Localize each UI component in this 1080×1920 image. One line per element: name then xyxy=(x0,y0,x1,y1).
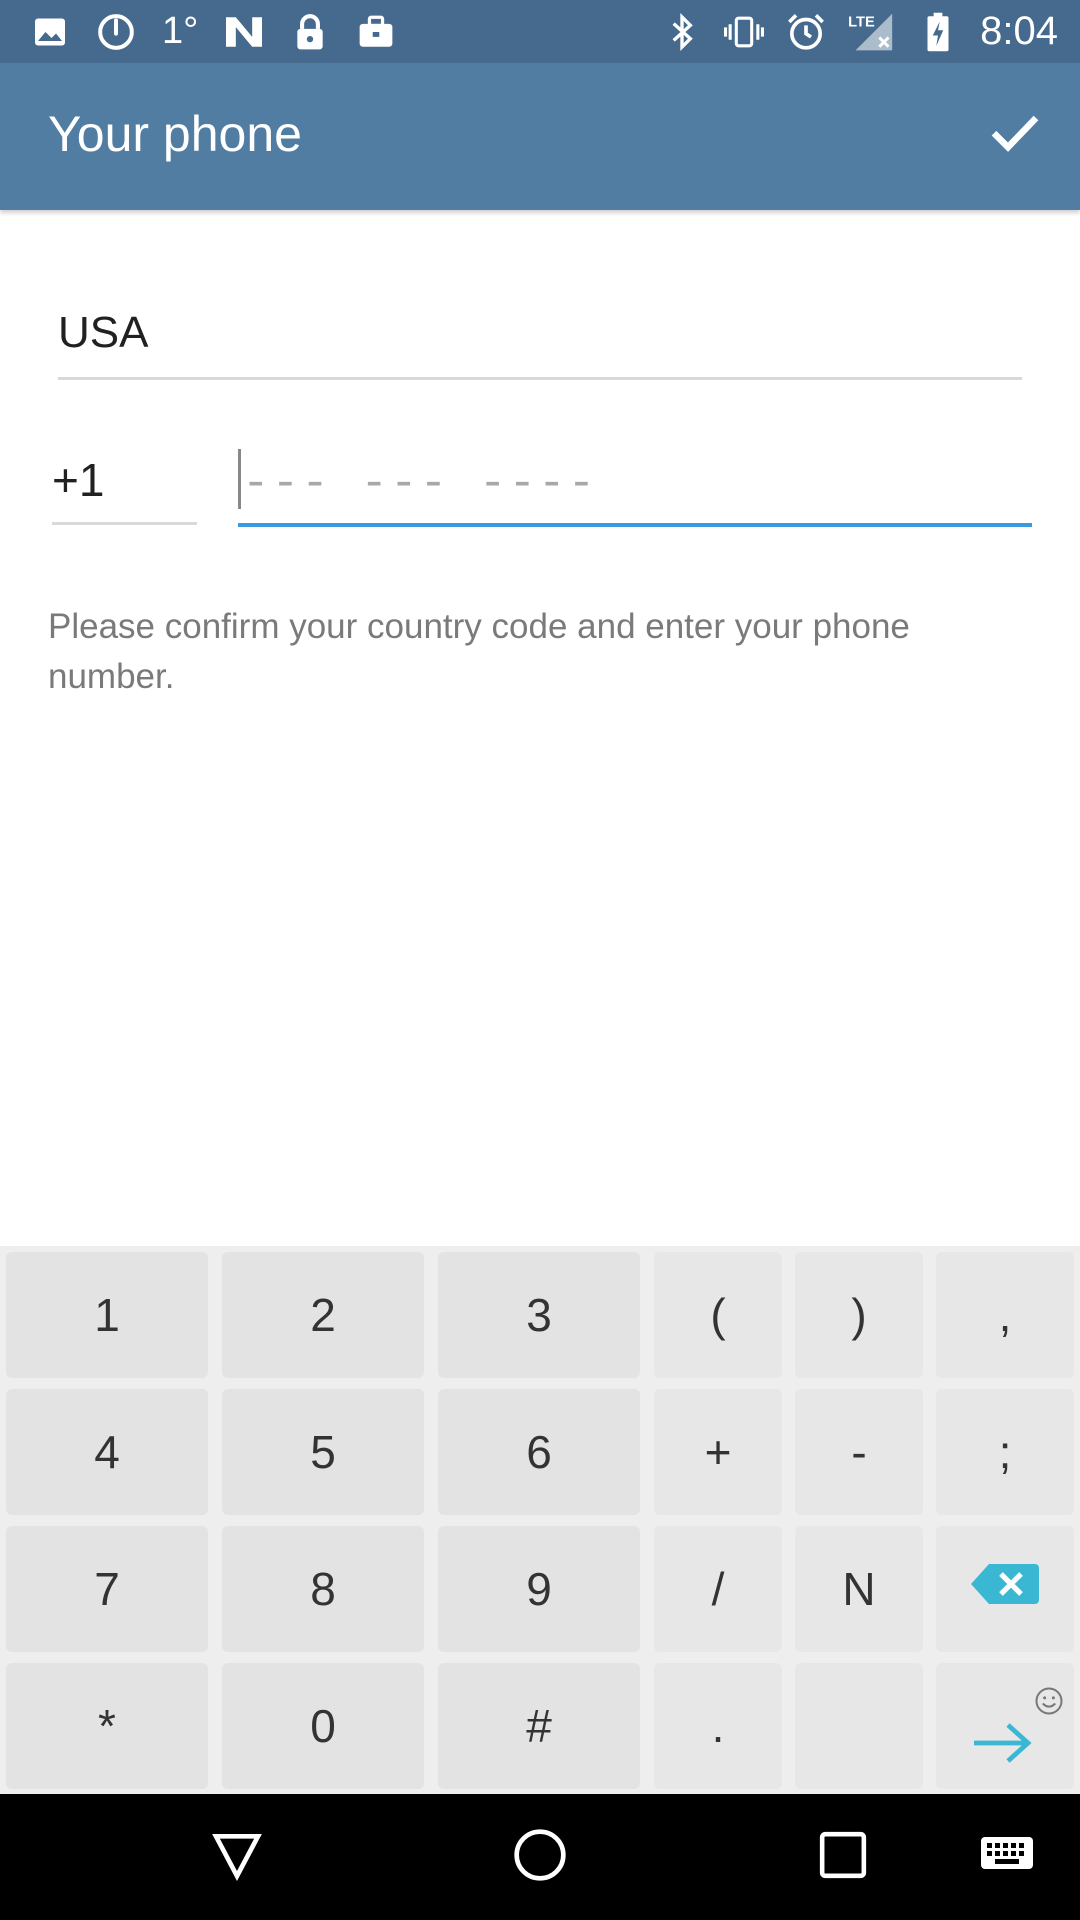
key-0[interactable]: 0 xyxy=(222,1663,424,1789)
image-icon xyxy=(30,12,70,52)
key-label: 8 xyxy=(310,1563,336,1615)
keyboard-switch-button[interactable] xyxy=(967,1822,1047,1892)
key-3[interactable]: 3 xyxy=(438,1252,640,1378)
key-period[interactable]: . xyxy=(654,1663,782,1789)
app-bar: Your phone xyxy=(0,63,1080,210)
key-label: ( xyxy=(710,1289,726,1341)
lock-icon xyxy=(290,12,330,52)
key-comma[interactable]: , xyxy=(936,1252,1074,1378)
key-4[interactable]: 4 xyxy=(6,1389,208,1515)
navigation-bar xyxy=(0,1794,1080,1920)
key-2[interactable]: 2 xyxy=(222,1252,424,1378)
numeric-keyboard: 1 2 3 ( ) , 4 5 6 + - ; 7 8 9 / N * 0 # … xyxy=(0,1246,1080,1794)
checkmark-icon xyxy=(987,104,1043,164)
home-button[interactable] xyxy=(505,1822,575,1892)
n-logo-icon xyxy=(224,12,264,52)
recents-square-icon xyxy=(818,1830,868,1884)
status-bar: 1° LTE 8:04 xyxy=(0,0,1080,63)
key-plus[interactable]: + xyxy=(654,1389,782,1515)
key-label: , xyxy=(998,1289,1012,1341)
recents-button[interactable] xyxy=(808,1822,878,1892)
smiley-icon xyxy=(1034,1673,1064,1727)
key-label: 9 xyxy=(526,1563,552,1615)
key-label: 6 xyxy=(526,1426,552,1478)
key-label: . xyxy=(711,1700,725,1752)
key-label: / xyxy=(711,1563,725,1615)
country-selector[interactable]: USA xyxy=(58,300,1022,380)
key-9[interactable]: 9 xyxy=(438,1526,640,1652)
key-label: 7 xyxy=(94,1563,120,1615)
key-label: ; xyxy=(998,1426,1012,1478)
backspace-key[interactable] xyxy=(936,1526,1074,1652)
key-label: + xyxy=(704,1426,732,1478)
key-open-paren[interactable]: ( xyxy=(654,1252,782,1378)
backspace-icon xyxy=(971,1560,1039,1619)
battery-charging-icon xyxy=(918,12,958,52)
key-label: 0 xyxy=(310,1700,336,1752)
phone-number-field[interactable] xyxy=(238,445,1032,527)
back-button[interactable] xyxy=(202,1822,272,1892)
vibrate-icon xyxy=(724,12,765,52)
key-minus[interactable]: - xyxy=(795,1389,923,1515)
svg-text:LTE: LTE xyxy=(848,14,875,30)
country-code-value: +1 xyxy=(52,454,105,506)
key-label: 2 xyxy=(310,1289,336,1341)
key-label: 1 xyxy=(94,1289,120,1341)
key-blank[interactable] xyxy=(795,1663,923,1789)
enter-arrow-icon xyxy=(970,1721,1034,1776)
keyboard-icon xyxy=(979,1835,1035,1879)
key-label: 4 xyxy=(94,1426,120,1478)
key-label: N xyxy=(842,1563,876,1615)
key-slash[interactable]: / xyxy=(654,1526,782,1652)
country-code-field[interactable]: +1 xyxy=(52,445,197,525)
key-label: * xyxy=(98,1700,116,1752)
key-5[interactable]: 5 xyxy=(222,1389,424,1515)
key-7[interactable]: 7 xyxy=(6,1526,208,1652)
key-hash[interactable]: # xyxy=(438,1663,640,1789)
lte-signal-icon: LTE xyxy=(848,12,896,52)
briefcase-icon xyxy=(356,12,396,52)
page-title: Your phone xyxy=(48,106,302,162)
key-label: - xyxy=(851,1426,867,1478)
key-close-paren[interactable]: ) xyxy=(795,1252,923,1378)
status-bar-right: LTE 8:04 xyxy=(662,0,1058,63)
temperature-text: 1° xyxy=(162,10,199,52)
key-label: 3 xyxy=(526,1289,552,1341)
key-asterisk[interactable]: * xyxy=(6,1663,208,1789)
clock-gauge-icon xyxy=(96,12,136,52)
key-label: ) xyxy=(851,1289,867,1341)
hint-text: Please confirm your country code and ent… xyxy=(48,607,910,696)
key-label: # xyxy=(526,1700,552,1752)
key-semicolon[interactable]: ; xyxy=(936,1389,1074,1515)
bluetooth-icon xyxy=(662,12,702,52)
country-name: USA xyxy=(58,308,149,357)
key-label: 5 xyxy=(310,1426,336,1478)
clock-time: 8:04 xyxy=(980,9,1058,53)
key-1[interactable]: 1 xyxy=(6,1252,208,1378)
phone-number-input[interactable] xyxy=(238,445,1032,523)
key-8[interactable]: 8 xyxy=(222,1526,424,1652)
alarm-icon xyxy=(786,12,826,52)
home-circle-icon xyxy=(512,1827,568,1887)
key-6[interactable]: 6 xyxy=(438,1389,640,1515)
done-button[interactable] xyxy=(980,99,1050,169)
enter-key[interactable] xyxy=(936,1663,1074,1789)
back-triangle-icon xyxy=(209,1827,265,1887)
status-bar-left: 1° xyxy=(30,0,396,63)
key-n[interactable]: N xyxy=(795,1526,923,1652)
